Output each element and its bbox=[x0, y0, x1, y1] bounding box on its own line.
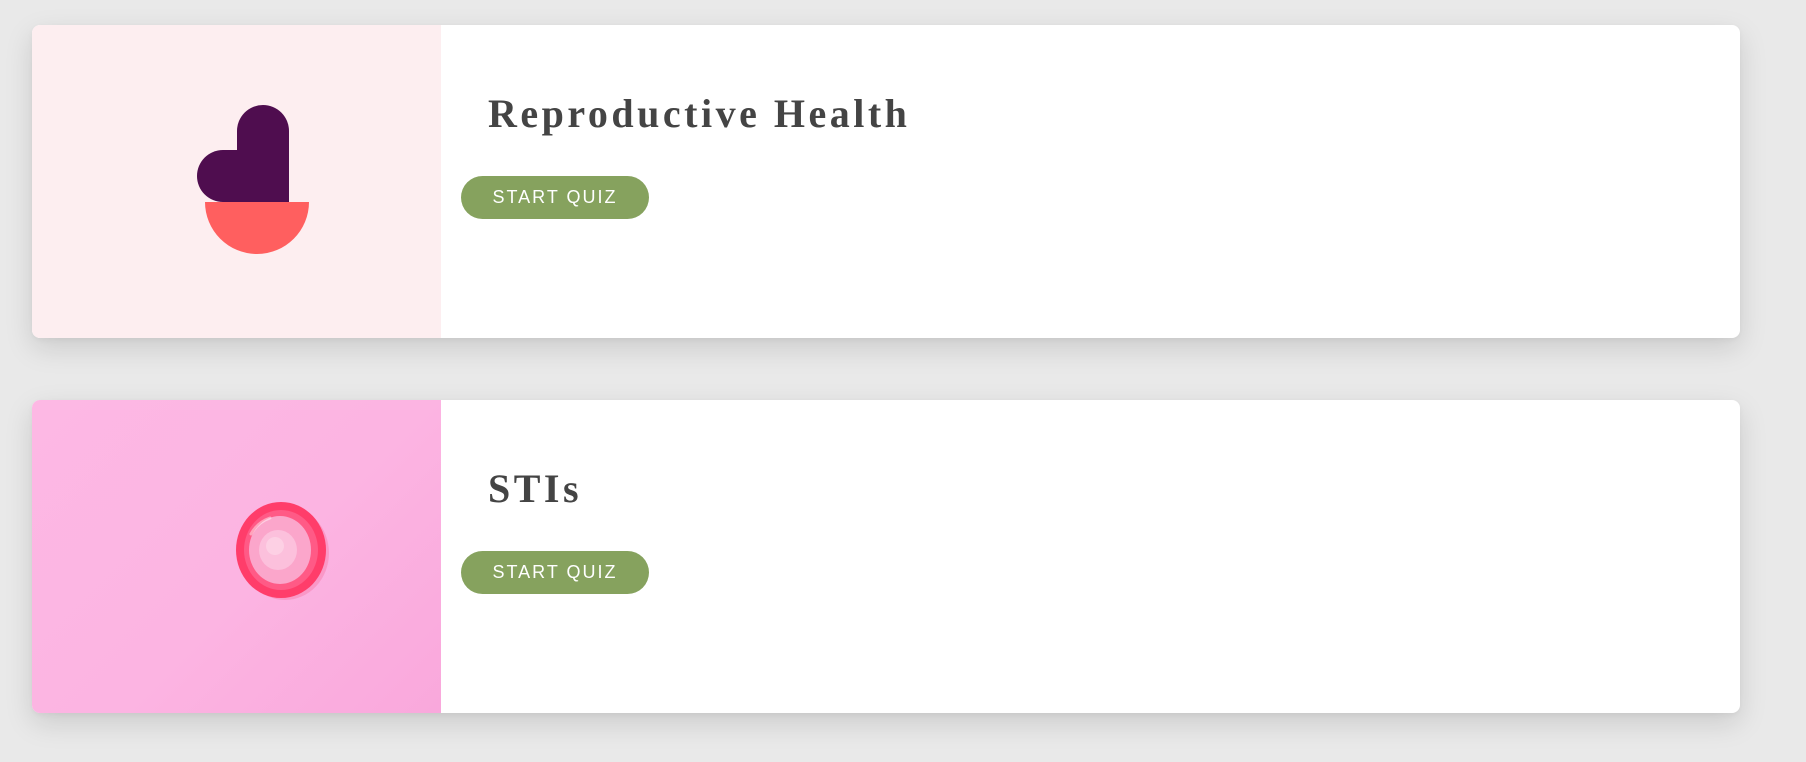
condom-icon bbox=[236, 502, 329, 600]
quiz-thumbnail-reproductive-health bbox=[32, 25, 441, 338]
quiz-title: STIs bbox=[488, 466, 583, 511]
reproductive-health-logo-icon bbox=[197, 105, 309, 254]
quiz-card-reproductive-health: Reproductive Health START QUIZ bbox=[32, 25, 1740, 338]
quiz-card-stis: STIs START QUIZ bbox=[32, 400, 1740, 713]
start-quiz-button[interactable]: START QUIZ bbox=[461, 551, 649, 594]
start-quiz-button[interactable]: START QUIZ bbox=[461, 176, 649, 219]
quiz-title: Reproductive Health bbox=[488, 91, 911, 136]
quiz-thumbnail-stis bbox=[32, 400, 441, 713]
